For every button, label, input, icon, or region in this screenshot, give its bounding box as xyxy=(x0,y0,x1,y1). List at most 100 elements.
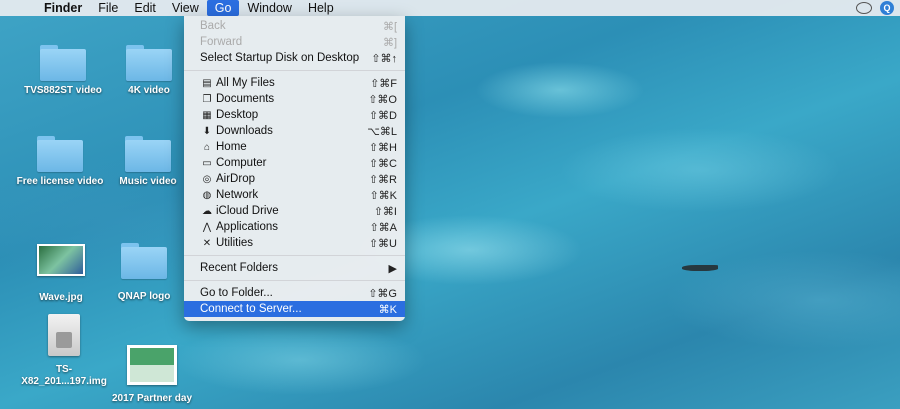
menu-separator xyxy=(184,255,405,256)
home-icon: ⌂ xyxy=(203,141,211,153)
folder-icon xyxy=(121,243,167,279)
menu-item-label: Documents xyxy=(216,93,275,105)
icloud-icon: ☁ xyxy=(202,205,212,217)
folder-icon xyxy=(126,45,172,81)
menu-item-label: All My Files xyxy=(216,77,275,89)
folder-icon xyxy=(40,45,86,81)
menu-item-label: Back xyxy=(200,20,226,32)
menu-item-computer[interactable]: ▭ Computer ⇧⌘C xyxy=(184,155,405,171)
desktop-icon-ts-x82-img[interactable]: TS-X82_201...197.img xyxy=(16,314,112,388)
menu-item-label: Select Startup Disk on Desktop xyxy=(200,52,360,64)
menu-item-connect-to-server[interactable]: Connect to Server... ⌘K xyxy=(184,301,405,317)
document-thumbnail-icon xyxy=(127,345,177,385)
menu-item-shortcut: ⌘[ xyxy=(382,20,397,33)
desktop-icon-tvs882st-video[interactable]: TVS882ST video xyxy=(15,45,111,97)
menu-item-shortcut: ⇧⌘G xyxy=(368,287,397,300)
image-thumbnail-icon xyxy=(37,244,85,276)
menu-help[interactable]: Help xyxy=(300,0,342,16)
menu-item-applications[interactable]: ⋀ Applications ⇧⌘A xyxy=(184,219,405,235)
menu-item-shortcut: ⇧⌘A xyxy=(369,221,397,234)
desktop-icon-label: Free license video xyxy=(16,176,104,187)
desktop-icon: ▦ xyxy=(202,109,212,121)
menu-item-label: Recent Folders xyxy=(200,262,278,274)
menu-item-shortcut: ⇧⌘U xyxy=(368,237,397,250)
desktop-icon-2017-partner-day[interactable]: 2017 Partner day xyxy=(104,345,200,405)
menu-item-label: Desktop xyxy=(216,109,259,121)
documents-icon: ❐ xyxy=(202,93,212,105)
menu-item-label: iCloud Drive xyxy=(216,205,279,217)
menu-item-documents[interactable]: ❐ Documents ⇧⌘O xyxy=(184,91,405,107)
desktop-icon-music-video[interactable]: Music video xyxy=(100,136,196,188)
menu-item-label: AirDrop xyxy=(216,173,255,185)
boat-wallpaper-detail xyxy=(682,265,718,271)
status-eye-icon[interactable] xyxy=(856,2,872,14)
go-menu-dropdown: Back ⌘[ Forward ⌘] Select Startup Disk o… xyxy=(184,16,405,321)
menu-item-recent-folders[interactable]: Recent Folders ▶ xyxy=(184,260,405,276)
desktop-icon-4k-video[interactable]: 4K video xyxy=(101,45,197,97)
menu-item-shortcut: ⇧⌘I xyxy=(373,205,397,218)
desktop-icon-wave-jpg[interactable]: Wave.jpg xyxy=(13,244,109,304)
menu-item-utilities[interactable]: ✕ Utilities ⇧⌘U xyxy=(184,235,405,251)
menu-item-label: Go to Folder... xyxy=(200,287,273,299)
desktop: Finder File Edit View Go Window Help Q T… xyxy=(0,0,900,409)
desktop-icon-label: TVS882ST video xyxy=(24,85,102,96)
desktop-icon-qnap-logo[interactable]: QNAP logo xyxy=(96,243,192,303)
desktop-icon-label: Music video xyxy=(119,176,177,187)
menu-item-shortcut: ⌘K xyxy=(378,303,397,316)
folder-icon xyxy=(37,136,83,172)
menu-go[interactable]: Go xyxy=(206,0,240,16)
applications-icon: ⋀ xyxy=(202,221,212,233)
downloads-icon: ⬇ xyxy=(202,125,212,137)
menu-item-label: Applications xyxy=(216,221,279,233)
menu-item-shortcut: ⇧⌘F xyxy=(370,77,397,90)
computer-icon: ▭ xyxy=(202,157,212,169)
menu-item-home[interactable]: ⌂ Home ⇧⌘H xyxy=(184,139,405,155)
menu-window[interactable]: Window xyxy=(239,0,299,16)
utilities-icon: ✕ xyxy=(202,237,212,249)
menu-item-label: Downloads xyxy=(216,125,273,137)
desktop-icon-label: Wave.jpg xyxy=(39,292,83,303)
menu-item-label: Computer xyxy=(216,157,267,169)
desktop-icon-label: TS-X82_201...197.img xyxy=(21,364,107,387)
menu-file[interactable]: File xyxy=(90,0,126,16)
submenu-arrow-icon: ▶ xyxy=(388,262,397,275)
menu-item-desktop[interactable]: ▦ Desktop ⇧⌘D xyxy=(184,107,405,123)
menu-item-shortcut: ⇧⌘C xyxy=(368,157,397,170)
menu-item-shortcut: ⇧⌘↑ xyxy=(371,52,397,65)
menu-item-go-to-folder[interactable]: Go to Folder... ⇧⌘G xyxy=(184,285,405,301)
menu-item-back[interactable]: Back ⌘[ xyxy=(184,18,405,34)
qfinder-icon[interactable]: Q xyxy=(880,1,894,15)
menu-item-forward[interactable]: Forward ⌘] xyxy=(184,34,405,50)
menu-item-shortcut: ⇧⌘K xyxy=(369,189,397,202)
folder-icon xyxy=(125,136,171,172)
menu-bar: Finder File Edit View Go Window Help Q xyxy=(0,0,900,16)
desktop-icon-free-license-video[interactable]: Free license video xyxy=(12,136,108,188)
menu-item-downloads[interactable]: ⬇ Downloads ⌥⌘L xyxy=(184,123,405,139)
menu-item-shortcut: ⇧⌘H xyxy=(368,141,397,154)
menu-item-shortcut: ⇧⌘D xyxy=(368,109,397,122)
menu-item-label: Utilities xyxy=(216,237,254,249)
menu-item-label: Home xyxy=(216,141,247,153)
menu-view[interactable]: View xyxy=(164,0,207,16)
all-files-icon: ▤ xyxy=(202,77,212,89)
menu-item-airdrop[interactable]: ◎ AirDrop ⇧⌘R xyxy=(184,171,405,187)
network-icon: ◍ xyxy=(202,189,212,201)
menu-item-label: Forward xyxy=(200,36,243,48)
menu-item-icloud-drive[interactable]: ☁ iCloud Drive ⇧⌘I xyxy=(184,203,405,219)
menu-item-all-my-files[interactable]: ▤ All My Files ⇧⌘F xyxy=(184,75,405,91)
desktop-icon-label: 4K video xyxy=(128,85,170,96)
desktop-icon-label: QNAP logo xyxy=(117,291,171,302)
menu-item-shortcut: ⌥⌘L xyxy=(367,125,397,138)
menu-finder[interactable]: Finder xyxy=(36,0,90,16)
disk-image-icon xyxy=(48,314,80,356)
menu-item-select-startup-disk[interactable]: Select Startup Disk on Desktop ⇧⌘↑ xyxy=(184,50,405,66)
menu-item-shortcut: ⌘] xyxy=(382,36,397,49)
menu-edit[interactable]: Edit xyxy=(126,0,164,16)
airdrop-icon: ◎ xyxy=(202,173,212,185)
menu-separator xyxy=(184,70,405,71)
menu-item-shortcut: ⇧⌘O xyxy=(368,93,397,106)
menu-item-shortcut: ⇧⌘R xyxy=(368,173,397,186)
menu-item-label: Connect to Server... xyxy=(200,303,302,315)
menu-separator xyxy=(184,280,405,281)
menu-item-network[interactable]: ◍ Network ⇧⌘K xyxy=(184,187,405,203)
